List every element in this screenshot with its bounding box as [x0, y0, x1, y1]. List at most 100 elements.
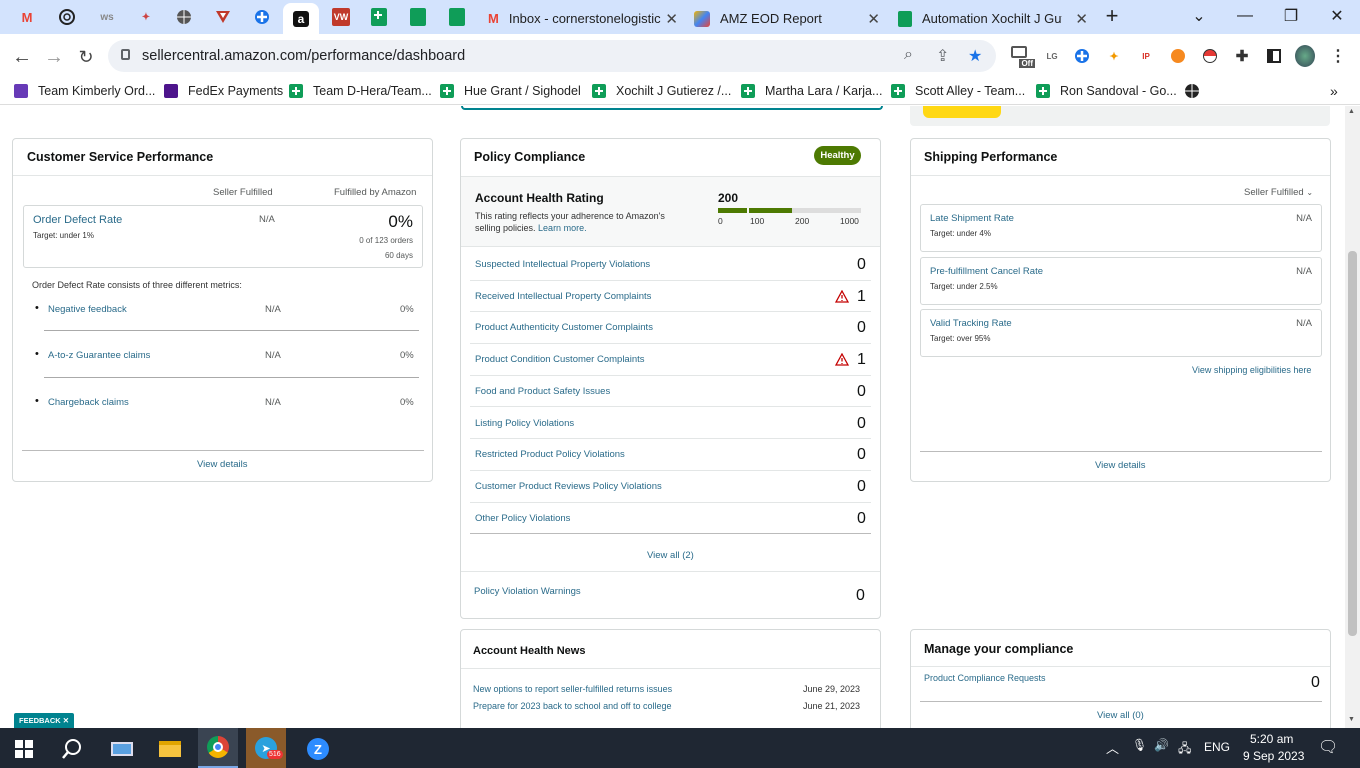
odr-link[interactable]: Order Defect Rate: [33, 214, 122, 226]
metric-link[interactable]: Chargeback claims: [48, 397, 129, 408]
menu-kebab-icon[interactable]: ⋮: [1328, 46, 1348, 66]
tab-amazon-active[interactable]: a: [283, 3, 319, 34]
minimize-button[interactable]: —: [1222, 4, 1268, 28]
feedback-button[interactable]: FEEDBACK ✕: [14, 713, 75, 728]
chrome-icon[interactable]: [198, 728, 238, 768]
forward-button[interactable]: →: [40, 43, 68, 71]
tab-inbox[interactable]: M Inbox - cornerstonelogistic ✕: [480, 3, 684, 34]
more-bookmarks-chevron-icon[interactable]: »: [1330, 82, 1338, 100]
close-icon[interactable]: ✕: [665, 10, 678, 28]
tray-chevron-up-icon[interactable]: ︿: [1106, 738, 1119, 757]
news-link[interactable]: New options to report seller-fulfilled r…: [473, 684, 672, 694]
gmail-icon[interactable]: M: [14, 5, 40, 29]
policy-item-link[interactable]: Suspected Intellectual Property Violatio…: [475, 259, 650, 270]
close-icon[interactable]: ✕: [1075, 10, 1088, 28]
reload-button[interactable]: ↻: [72, 43, 100, 71]
file-explorer-icon[interactable]: [150, 734, 190, 764]
view-all-link[interactable]: View all (0): [1097, 710, 1144, 721]
back-button[interactable]: ←: [8, 43, 36, 71]
scrollbar-thumb[interactable]: [1348, 251, 1357, 636]
policy-item-link[interactable]: Restricted Product Policy Violations: [475, 449, 625, 460]
clock-time[interactable]: 5:20 am: [1250, 732, 1293, 746]
restore-button[interactable]: ❐: [1268, 4, 1314, 28]
tab-amz-eod[interactable]: AMZ EOD Report ✕: [686, 3, 886, 34]
policy-item-link[interactable]: Customer Product Reviews Policy Violatio…: [475, 481, 662, 492]
policy-item-link[interactable]: Received Intellectual Property Complaint…: [475, 291, 651, 302]
scroll-up-icon[interactable]: ▲: [1348, 108, 1355, 115]
news-link[interactable]: Prepare for 2023 back to school and off …: [473, 701, 671, 711]
extension-cross-icon[interactable]: [1072, 46, 1092, 66]
shipping-metric-link[interactable]: Late Shipment Rate: [930, 213, 1014, 224]
learn-more-link[interactable]: Learn more.: [538, 223, 587, 233]
bookmark-item[interactable]: Team D-Hera/Team...: [289, 82, 432, 100]
policy-item-link[interactable]: Product Authenticity Customer Complaints: [475, 322, 653, 333]
search-icon[interactable]: [52, 734, 92, 764]
pokeball-icon[interactable]: [1200, 46, 1220, 66]
ip-alert-icon[interactable]: IP: [1136, 46, 1156, 66]
close-window-button[interactable]: ✕: [1314, 4, 1360, 28]
view-details-link[interactable]: View details: [1095, 460, 1146, 471]
bookmark-star-icon[interactable]: ★: [968, 46, 982, 66]
bookmark-item[interactable]: Hue Grant / Sighodel: [440, 82, 581, 100]
wb-icon[interactable]: VW: [328, 5, 354, 29]
extension-off-icon[interactable]: Off: [1010, 46, 1035, 68]
windows-start-icon[interactable]: [4, 734, 44, 764]
language-indicator[interactable]: ENG: [1204, 740, 1230, 754]
shipping-metric-target: Target: under 2.5%: [930, 281, 998, 291]
page-scrollbar[interactable]: ▲ ▼: [1345, 106, 1360, 728]
avatar[interactable]: [1295, 45, 1315, 67]
view-details-link[interactable]: View details: [197, 459, 248, 470]
microphone-icon[interactable]: 🎙: [1132, 738, 1147, 752]
scroll-down-icon[interactable]: ▼: [1348, 716, 1355, 723]
sheets-icon[interactable]: [444, 5, 470, 29]
extensions-puzzle-icon[interactable]: ✚: [1232, 46, 1252, 66]
address-bar[interactable]: sellercentral.amazon.com/performance/das…: [108, 40, 996, 72]
fulfillment-filter-dropdown[interactable]: Seller Fulfilled ⌄: [1244, 187, 1313, 198]
zoom-search-icon[interactable]: ⌕: [904, 46, 913, 64]
metric-link[interactable]: A-to-z Guarantee claims: [48, 350, 150, 361]
policy-item-link[interactable]: Food and Product Safety Issues: [475, 386, 610, 397]
tab-automation[interactable]: Automation Xochilt J Gutie ✕: [890, 3, 1094, 34]
app-tab-icon[interactable]: ✦: [133, 5, 159, 29]
extension-icon[interactable]: LG: [1042, 46, 1062, 66]
sheets-icon[interactable]: [405, 5, 431, 29]
sheets-icon[interactable]: [366, 5, 392, 29]
bookmark-item[interactable]: FedEx Payments: [164, 82, 283, 100]
zoom-app-icon[interactable]: Z: [298, 734, 338, 764]
globe-bookmark-icon[interactable]: [1184, 82, 1200, 100]
computer-icon[interactable]: [102, 734, 142, 764]
policy-item-link[interactable]: Product Condition Customer Complaints: [475, 354, 645, 365]
globe-icon[interactable]: [171, 5, 197, 29]
side-panel-icon[interactable]: [1264, 46, 1284, 66]
bookmark-item[interactable]: Ron Sandoval - Go...: [1036, 82, 1177, 100]
clock-date[interactable]: 9 Sep 2023: [1243, 749, 1304, 763]
bookmark-item[interactable]: Scott Alley - Team...: [891, 82, 1025, 100]
bookmark-item[interactable]: Martha Lara / Karja...: [741, 82, 882, 100]
new-tab-button[interactable]: +: [1090, 3, 1134, 28]
policy-item-link[interactable]: Other Policy Violations: [475, 513, 570, 524]
cross-icon[interactable]: [249, 5, 275, 29]
network-icon[interactable]: 🖧: [1178, 739, 1191, 760]
bookmark-item[interactable]: Team Kimberly Ord...: [14, 82, 155, 100]
close-icon[interactable]: ✕: [867, 10, 880, 28]
policy-item-link[interactable]: Listing Policy Violations: [475, 418, 574, 429]
shipping-metric-link[interactable]: Pre-fulfillment Cancel Rate: [930, 266, 1043, 277]
notifications-icon[interactable]: 🗨: [1318, 737, 1338, 757]
chatgpt-icon[interactable]: [54, 5, 80, 29]
shipping-eligibility-link[interactable]: View shipping eligibilities here: [1192, 365, 1311, 375]
compliance-requests-link[interactable]: Product Compliance Requests: [924, 673, 1046, 683]
policy-warnings-link[interactable]: Policy Violation Warnings: [474, 586, 581, 597]
telegram-icon[interactable]: ➤ 516: [246, 728, 286, 768]
metric-link[interactable]: Negative feedback: [48, 304, 127, 315]
tab-search-chevron-icon[interactable]: ⌄: [1176, 4, 1222, 28]
yellow-button-fragment[interactable]: [923, 106, 1001, 118]
view-all-link[interactable]: View all (2): [647, 550, 694, 561]
volume-icon[interactable]: 🔊: [1154, 738, 1169, 752]
orange-extension-icon[interactable]: [1168, 46, 1188, 66]
bookmark-item[interactable]: Xochilt J Gutierez /...: [592, 82, 731, 100]
shipping-metric-link[interactable]: Valid Tracking Rate: [930, 318, 1012, 329]
ws-tab-icon[interactable]: ws: [94, 5, 120, 29]
share-icon[interactable]: ⇪: [936, 46, 949, 66]
vpn-icon[interactable]: [210, 5, 236, 29]
boost-icon[interactable]: ✦: [1104, 46, 1124, 66]
